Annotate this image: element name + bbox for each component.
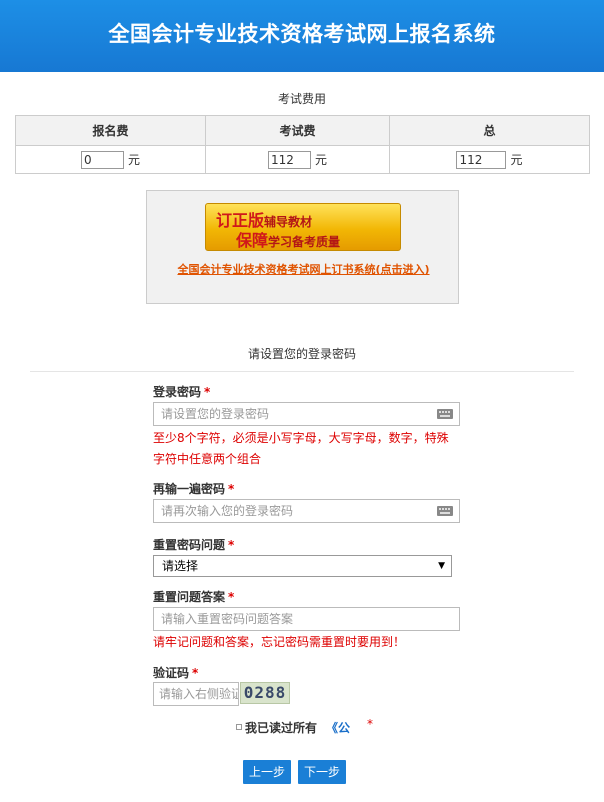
password-section-caption: 请设置您的登录密码 <box>247 347 356 361</box>
fee-unit: 元 <box>314 152 327 167</box>
page-title: 全国会计专业技术资格考试网上报名系统 <box>108 22 496 46</box>
security-question-label: 重置密码问题 * <box>153 538 235 552</box>
password-placeholder: 请设置您的登录密码 <box>161 407 270 421</box>
security-answer-hint: 请牢记问题和答案，忘记密码需重置时要用到！ <box>153 635 406 649</box>
fee-table: 报名费 考试费 总 元 元 元 <box>15 115 590 174</box>
security-question-value: 请选择 <box>162 559 199 573</box>
password-label: 登录密码 * <box>153 385 211 399</box>
fee-cell-registration: 元 <box>15 145 206 174</box>
required-mark: * <box>204 385 211 399</box>
required-mark: * <box>228 482 235 496</box>
confirm-password-label: 再输一遍密码 * <box>153 482 235 496</box>
book-order-link[interactable]: 全国会计专业技术资格考试网上订书系统(点击进入) <box>147 261 460 277</box>
fee-unit: 元 <box>127 152 140 167</box>
banner-text-quality: 学习备考质量 <box>268 235 341 249</box>
fee-unit: 元 <box>510 152 523 167</box>
registration-fee-field[interactable] <box>80 150 124 169</box>
security-answer-field[interactable]: 请输入重置密码问题答案 <box>153 607 460 631</box>
captcha-label: 验证码 * <box>153 666 199 680</box>
agree-text: 我已读过所有 <box>245 721 318 735</box>
fee-col-total: 总 <box>389 115 590 146</box>
required-mark: * <box>228 538 235 552</box>
chevron-down-icon: ▼ <box>438 561 445 571</box>
password-hint: 至少8个字符，必须是小写字母，大写字母，数字，特殊字符中任意两个组合 <box>153 431 449 466</box>
page-header: 全国会计专业技术资格考试网上报名系统 <box>0 0 604 72</box>
book-order-ad: 订正版辅导教材 保障学习备考质量 全国会计专业技术资格考试网上订书系统(点击进入… <box>146 190 459 304</box>
security-answer-placeholder: 请输入重置密码问题答案 <box>161 612 294 626</box>
fee-cell-exam: 元 <box>205 145 390 174</box>
agree-checkbox-row[interactable]: 我已读过所有 <box>236 719 317 736</box>
security-answer-label: 重置问题答案 * <box>153 590 235 604</box>
keyboard-icon[interactable] <box>437 409 453 419</box>
captcha-field[interactable]: 请输入右侧验证码 <box>153 682 239 706</box>
password-field[interactable]: 请设置您的登录密码 <box>153 402 460 426</box>
fee-caption: 考试费用 <box>277 92 326 106</box>
confirm-password-placeholder: 请再次输入您的登录密码 <box>161 504 294 518</box>
required-mark: * <box>192 666 199 680</box>
total-fee-field[interactable] <box>456 150 507 169</box>
confirm-password-field[interactable]: 请再次输入您的登录密码 <box>153 499 460 523</box>
book-order-banner[interactable]: 订正版辅导教材 保障学习备考质量 <box>205 203 401 251</box>
security-question-select[interactable]: 请选择 ▼ <box>153 555 452 577</box>
exam-fee-field[interactable] <box>267 150 311 169</box>
required-mark: * <box>228 590 235 604</box>
captcha-image[interactable]: 0288 <box>240 682 290 704</box>
agree-checkbox[interactable] <box>236 724 242 730</box>
prev-step-button[interactable]: 上一步 <box>243 760 291 784</box>
fee-col-exam: 考试费 <box>205 115 390 146</box>
fee-cell-total: 元 <box>389 145 590 174</box>
section-divider <box>30 371 574 372</box>
captcha-placeholder: 请输入右侧验证码 <box>159 687 238 701</box>
keyboard-icon[interactable] <box>437 506 453 516</box>
agreement-link[interactable]: 《公 <box>326 719 350 736</box>
banner-text-guarantee: 保障 <box>236 231 269 250</box>
fee-col-registration: 报名费 <box>15 115 206 146</box>
required-mark: * <box>367 717 373 731</box>
next-step-button[interactable]: 下一步 <box>298 760 346 784</box>
